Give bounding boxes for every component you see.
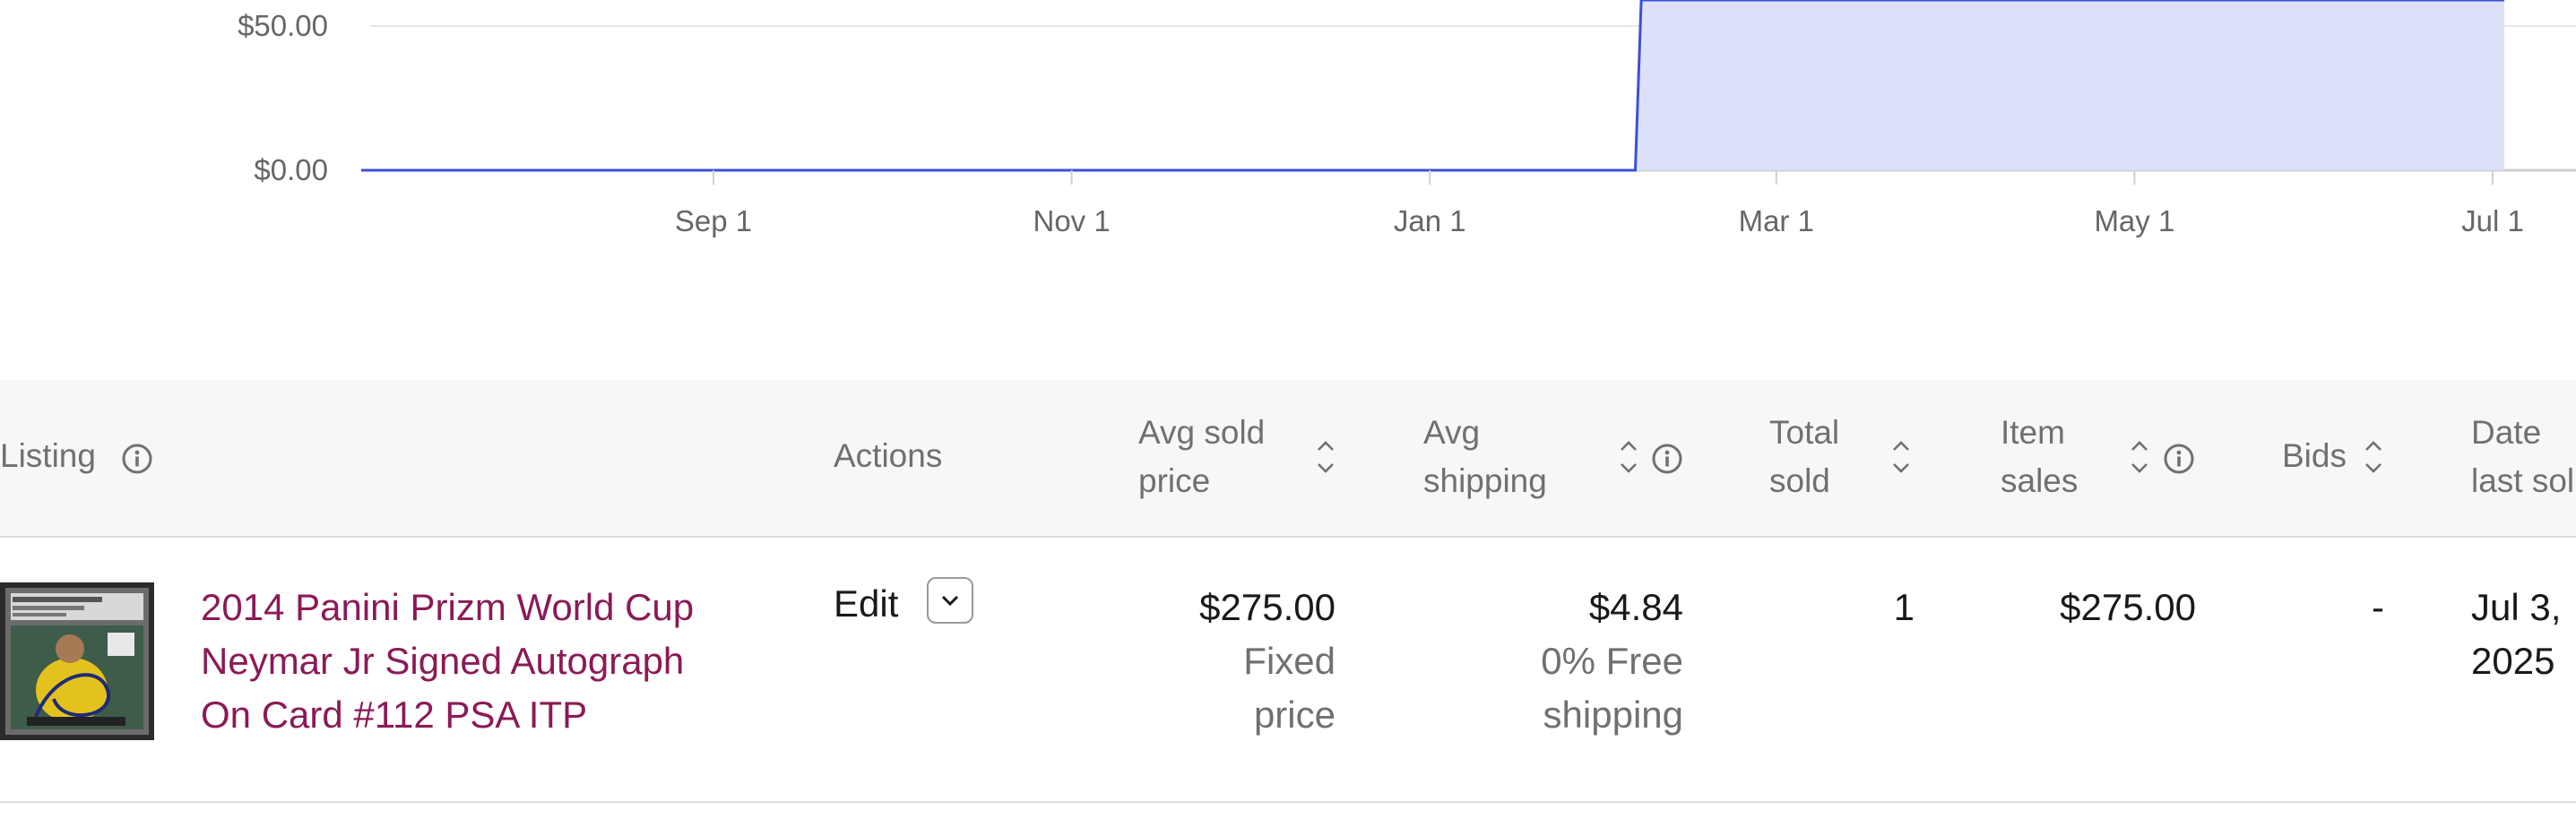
sort-toggle-icon[interactable] [1316, 437, 1336, 477]
header-date-last-sold-line1: Date [2471, 414, 2542, 451]
x-tick-label: Jan 1 [1394, 204, 1466, 237]
header-actions: Actions [834, 437, 943, 474]
header-avg-shipping-line2: shipping [1423, 462, 1547, 499]
avg-sold-price-value: $275.00 [1199, 586, 1336, 628]
x-tick-label: Mar 1 [1739, 204, 1814, 237]
chevron-down-icon [941, 595, 959, 607]
y-axis-ticks: $50.00 $0.00 [238, 9, 328, 186]
header-total-sold-line2: sold [1769, 462, 1830, 499]
header-listing[interactable]: Listing [0, 432, 96, 480]
sales-chart: $50.00 $0.00 Sep 1 Nov 1 Jan 1 Mar 1 May 1 Jul… [238, 0, 2576, 237]
header-date-last-sold[interactable]: Date last sol [2471, 409, 2574, 505]
header-avg-sold-price-line1: Avg sold [1138, 414, 1266, 451]
date-line1: Jul 3, [2471, 586, 2562, 628]
info-icon[interactable] [1651, 443, 1683, 475]
header-item-sales-line1: Item [2001, 414, 2065, 451]
info-icon[interactable] [121, 443, 153, 475]
x-tick-label: Sep 1 [675, 204, 752, 237]
header-date-last-sold-line2: last sol [2471, 462, 2575, 499]
listing-title-line3: On Card #112 PSA ITP [201, 694, 588, 736]
listing-title-line1: 2014 Panini Prizm World Cup [201, 586, 695, 628]
header-avg-shipping[interactable]: Avg shipping [1423, 409, 1547, 505]
date-last-sold-cell: Jul 3, 2025 [2471, 581, 2561, 688]
x-tick-label: May 1 [2094, 204, 2174, 237]
header-item-sales-line2: sales [2001, 462, 2079, 499]
header-avg-sold-price[interactable]: Avg sold price [1138, 409, 1265, 505]
edit-button[interactable]: Edit [834, 577, 898, 631]
sort-toggle-icon[interactable] [2130, 437, 2149, 477]
listing-title-link[interactable]: 2014 Panini Prizm World Cup Neymar Jr Si… [201, 581, 756, 742]
avg-shipping-cell: $4.84 0% Free shipping [1461, 581, 1683, 742]
sort-toggle-icon[interactable] [2364, 437, 2383, 477]
format-line2: price [1253, 694, 1336, 736]
avg-sold-price-cell: $275.00 Fixed price [1138, 581, 1336, 742]
shipping-note-line2: shipping [1543, 694, 1683, 736]
info-icon[interactable] [2163, 443, 2195, 475]
x-tick-label: Nov 1 [1033, 204, 1111, 237]
avg-shipping-value: $4.84 [1588, 586, 1683, 628]
header-item-sales[interactable]: Item sales [2001, 409, 2078, 505]
item-sales-value: $275.00 [2060, 586, 2196, 628]
sort-toggle-icon[interactable] [1619, 437, 1638, 477]
listing-thumbnail[interactable] [0, 582, 154, 740]
bids-value: - [2372, 586, 2384, 628]
listing-title-line2: Neymar Jr Signed Autograph [201, 640, 685, 682]
x-axis-ticks: Sep 1 Nov 1 Jan 1 Mar 1 May 1 Jul 1 [675, 170, 2524, 237]
header-avg-shipping-line1: Avg [1423, 414, 1481, 451]
header-bids[interactable]: Bids [2282, 432, 2347, 480]
header-total-sold[interactable]: Total sold [1769, 409, 1839, 505]
y-tick-label: $0.00 [254, 153, 328, 186]
sort-toggle-icon[interactable] [1891, 437, 1911, 477]
x-tick-label: Jul 1 [2461, 204, 2524, 237]
shipping-note-line1: 0% Free [1541, 640, 1683, 682]
date-line2: 2025 [2471, 640, 2555, 682]
row-divider [0, 801, 2576, 803]
total-sold-value: 1 [1893, 586, 1915, 628]
header-total-sold-line1: Total [1769, 414, 1840, 451]
y-tick-label: $50.00 [238, 9, 328, 42]
actions-dropdown-button[interactable] [927, 577, 973, 624]
format-line1: Fixed [1243, 640, 1336, 682]
header-avg-sold-price-line2: price [1138, 462, 1211, 499]
